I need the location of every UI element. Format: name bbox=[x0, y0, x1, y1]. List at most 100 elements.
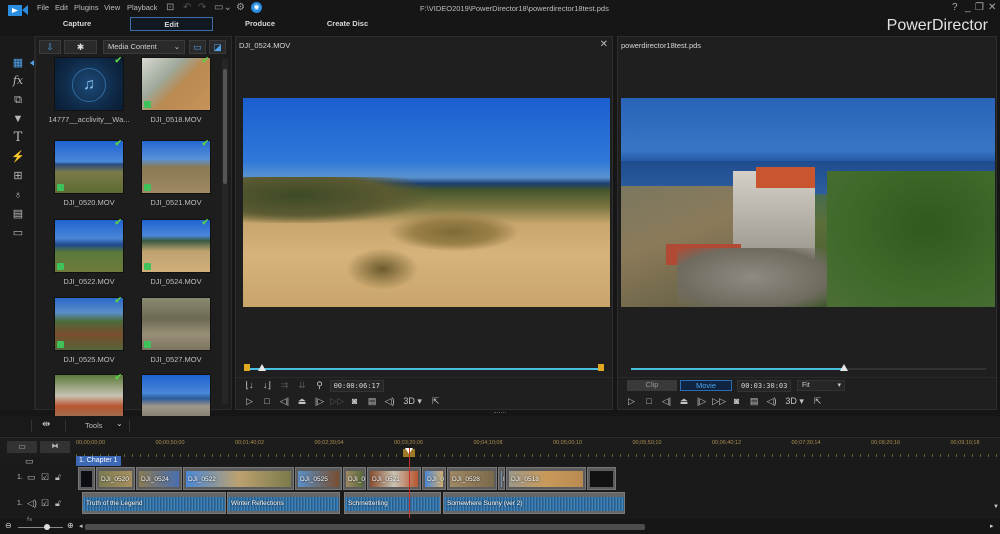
library-item[interactable]: ✔ DJI_0522.MOV bbox=[54, 217, 144, 299]
video-clip[interactable]: DJI_0524 bbox=[136, 467, 182, 490]
view-details-button[interactable]: ◪ bbox=[209, 40, 226, 54]
video-clip[interactable]: DJI_0 bbox=[422, 467, 446, 490]
fit-screen-icon[interactable]: ⊡ bbox=[166, 2, 174, 13]
library-item[interactable]: ✔ DJI_0521.MOV bbox=[141, 138, 231, 220]
pip-room-icon[interactable]: ⧉ bbox=[10, 93, 26, 107]
mark-out-handle[interactable] bbox=[598, 364, 604, 371]
stop-icon[interactable]: □ bbox=[642, 396, 657, 406]
panel-resize-handle[interactable] bbox=[494, 412, 506, 414]
track-lock-icon[interactable]: 🔓︎ bbox=[55, 472, 61, 483]
3d-mode-button[interactable]: 3D ▾ bbox=[782, 396, 808, 407]
audio-thumbnail[interactable]: ♫ ✔ bbox=[54, 55, 124, 111]
movie-scrubber-knob[interactable] bbox=[840, 364, 848, 371]
library-item[interactable]: ✔ DJI_0525.MOV bbox=[54, 295, 144, 377]
audio-clip[interactable]: Winter Reflections bbox=[227, 492, 340, 514]
scroll-left-icon[interactable]: ◂ bbox=[79, 522, 83, 530]
audio-clip[interactable]: Schmetterling bbox=[344, 492, 441, 514]
undock-window-icon[interactable]: ⇱ bbox=[810, 396, 825, 407]
zoom-slider-track[interactable] bbox=[18, 527, 63, 528]
video-clip[interactable]: DJI_0 bbox=[343, 467, 366, 490]
overwrite-icon[interactable]: ⇊ bbox=[295, 380, 310, 391]
redo-icon[interactable]: ↷ bbox=[198, 2, 206, 13]
video-clip[interactable] bbox=[587, 467, 616, 490]
tab-create-disc[interactable]: Create Disc bbox=[310, 17, 385, 31]
title-room-icon[interactable]: T bbox=[10, 131, 26, 145]
mark-in-icon[interactable]: ⌊↓ bbox=[242, 380, 257, 391]
movie-mode-button[interactable]: Movie bbox=[680, 380, 732, 391]
close-preview-icon[interactable]: ✕ bbox=[600, 39, 608, 50]
next-frame-icon[interactable]: |▷ bbox=[694, 396, 709, 407]
clip-scrubber-track[interactable] bbox=[246, 368, 603, 370]
undock-window-icon[interactable]: ⇱ bbox=[428, 396, 443, 407]
library-item[interactable]: ♫ ✔ 14777__acclivity__Wa... bbox=[48, 55, 144, 137]
video-clip[interactable]: DJI_0522 bbox=[183, 467, 294, 490]
help-button[interactable]: ? bbox=[952, 2, 958, 13]
snapshot-camera-icon[interactable]: ◙ bbox=[729, 396, 744, 406]
video-clip[interactable]: DJI_0525 bbox=[295, 467, 342, 490]
tab-produce[interactable]: Produce bbox=[225, 17, 295, 31]
audio-mixing-room-icon[interactable]: ⊞ bbox=[10, 169, 26, 183]
3d-mode-button[interactable]: 3D ▾ bbox=[400, 396, 426, 407]
video-clip[interactable]: DJI_0518 bbox=[506, 467, 586, 490]
chapter-room-icon[interactable]: ▤ bbox=[10, 207, 26, 221]
video-clip[interactable]: DJI_0528 bbox=[447, 467, 497, 490]
volume-icon[interactable]: ◁) bbox=[382, 396, 397, 407]
split-icon[interactable]: ⏏ bbox=[295, 396, 310, 407]
fit-timeline-icon[interactable]: ⇹ bbox=[42, 419, 50, 430]
mark-in-handle[interactable] bbox=[244, 364, 250, 371]
video-thumbnail[interactable]: ✔ bbox=[54, 217, 124, 273]
particle-room-icon[interactable]: ▼ bbox=[10, 112, 26, 126]
clip-mode-button[interactable]: Clip bbox=[627, 380, 677, 391]
track-enable-checkbox[interactable]: ☑ bbox=[41, 498, 49, 509]
video-clip[interactable] bbox=[78, 467, 95, 490]
subtitle-icon[interactable]: ▤ bbox=[747, 396, 762, 407]
timeline-horizontal-scrollbar[interactable] bbox=[85, 524, 645, 530]
play-icon[interactable]: ▷ bbox=[242, 396, 257, 407]
previous-frame-icon[interactable]: ◁| bbox=[277, 396, 292, 407]
snap-button[interactable]: ⧓ bbox=[40, 441, 70, 453]
video-thumbnail[interactable] bbox=[141, 297, 211, 351]
tools-menu[interactable]: Tools bbox=[85, 421, 103, 430]
track-lock-icon[interactable]: 🔓︎ bbox=[55, 498, 61, 509]
library-item[interactable]: ✔ DJI_0524.MOV bbox=[141, 217, 231, 299]
close-button[interactable]: ✕ bbox=[988, 2, 996, 13]
video-clip[interactable]: DJI_0521 bbox=[367, 467, 421, 490]
voiceover-room-icon[interactable]: ♁ bbox=[10, 188, 26, 202]
fast-forward-icon[interactable]: ▷▷ bbox=[330, 396, 345, 407]
movie-preview-video[interactable] bbox=[621, 98, 995, 307]
library-item[interactable]: ✔ DJI_0518.MOV bbox=[141, 55, 231, 137]
menu-view[interactable]: View bbox=[104, 3, 120, 12]
restore-button[interactable]: ❐ bbox=[975, 2, 984, 13]
zoom-in-icon[interactable]: ⊕ bbox=[67, 521, 74, 530]
video-thumbnail[interactable]: ✔ bbox=[141, 55, 211, 111]
aspect-ratio-icon[interactable]: ▭⌄ bbox=[214, 2, 232, 13]
video-thumbnail[interactable]: ✔ bbox=[141, 217, 211, 273]
video-thumbnail[interactable]: ✔ bbox=[141, 138, 211, 194]
marker-pin-icon[interactable]: ⚲ bbox=[312, 380, 327, 391]
transition-room-icon[interactable]: ⚡ bbox=[10, 150, 26, 164]
plugins-button[interactable]: ✱ bbox=[64, 40, 97, 54]
clip-preview-video[interactable] bbox=[243, 98, 610, 307]
video-thumbnail[interactable]: ✔ bbox=[54, 295, 124, 351]
audio-clip[interactable]: Somewhere Sunny (ver 2) bbox=[443, 492, 625, 514]
clip-timecode[interactable]: 00:00:06:17 bbox=[329, 380, 384, 392]
snapshot-camera-icon[interactable]: ◙ bbox=[347, 396, 362, 406]
video-clip[interactable]: D bbox=[498, 467, 505, 490]
audio-clip[interactable]: Truth of the Legend bbox=[82, 492, 226, 514]
tab-capture[interactable]: Capture bbox=[42, 17, 112, 31]
menu-plugins[interactable]: Plugins bbox=[74, 3, 99, 12]
mark-out-icon[interactable]: ↓⌋ bbox=[260, 380, 275, 391]
insert-icon[interactable]: ⇉ bbox=[277, 380, 292, 391]
track-enable-checkbox[interactable]: ☑ bbox=[41, 472, 49, 483]
subtitle-room-icon[interactable]: ▭ bbox=[10, 226, 26, 240]
zoom-out-icon[interactable]: ⊖ bbox=[5, 521, 12, 530]
view-thumbnail-button[interactable]: ▭ bbox=[189, 40, 206, 54]
library-item[interactable]: ✔ DJI_0520.MOV bbox=[54, 138, 144, 220]
zoom-slider-knob[interactable] bbox=[44, 524, 50, 530]
settings-gear-icon[interactable]: ⚙ bbox=[236, 2, 245, 13]
tab-edit[interactable]: Edit bbox=[130, 17, 213, 31]
volume-icon[interactable]: ◁) bbox=[764, 396, 779, 407]
media-room-icon[interactable]: ▦ bbox=[10, 56, 26, 70]
chapter-marker[interactable]: 1. Chapter 1 bbox=[76, 456, 121, 466]
next-frame-icon[interactable]: |▷ bbox=[312, 396, 327, 407]
